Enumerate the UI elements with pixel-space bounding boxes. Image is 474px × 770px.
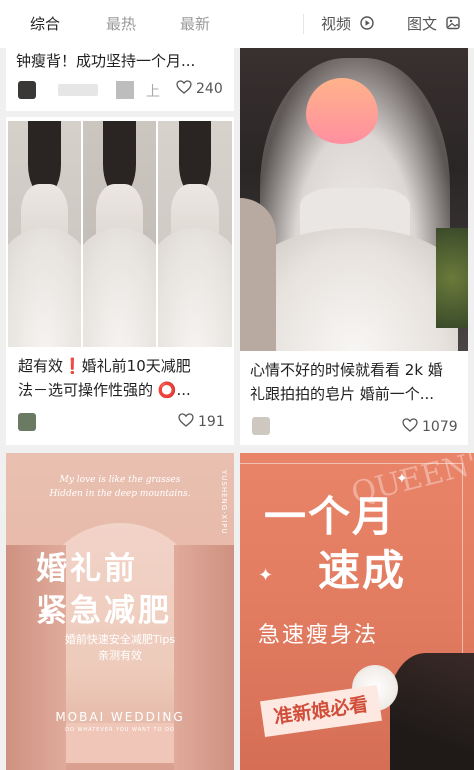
like-count[interactable]: 1079 [402,418,458,436]
sparkle-icon: ✦ [258,565,274,586]
like-count-value: 240 [196,81,223,97]
bride-photo [240,48,468,351]
tab-newest[interactable]: 最新 [180,0,210,48]
model-shoulder [390,653,474,770]
brand-tagline: DO WHATEVER YOU WANT TO DO [65,727,175,733]
dress-photo-1 [8,121,81,347]
filter-video[interactable]: 视频 [321,0,374,48]
vertical-brand: YUSHENG·XIPU [220,470,228,535]
subtitle: 急速瘦身法 [258,623,379,648]
like-count-value: 1079 [422,419,458,435]
image-icon [446,1,460,49]
headline-1: 婚礼前 [36,551,138,587]
filter-image-text-label: 图文 [407,15,438,33]
avatar [18,81,36,99]
card-meta: 上 [146,84,160,100]
like-count[interactable]: 240 [176,80,223,98]
filter-image-text[interactable]: 图文 [407,0,460,48]
filter-divider [303,14,304,34]
dress-photo-2 [83,121,156,347]
sparkle-icon: ✦ [396,471,408,487]
like-count-value: 191 [198,414,225,430]
poem-line-2: Hidden in the deep mountains. [49,489,191,499]
tab-hottest[interactable]: 最热 [106,0,136,48]
user-badge [116,81,134,99]
heart-icon [176,80,192,98]
filter-video-label: 视频 [321,15,352,33]
card-title-line2: 法－选可操作性强的 ⭕... [18,381,191,399]
like-count[interactable]: 191 [178,413,225,431]
play-circle-icon [360,1,374,49]
feed-card-3[interactable]: 心情不好的时候就看看 2k 婚 礼跟拍拍的皂片 婚前一个... 1079 [240,48,468,445]
card-title-line2: 礼跟拍拍的皂片 婚前一个... [250,385,435,403]
feed-card-1[interactable]: 钟瘦背！成功坚持一个月... 上 240 [6,48,234,111]
tab-comprehensive[interactable]: 综合 [30,0,60,48]
feed-card-5[interactable]: QUEEN'S 一个月 速成 ✦ ✦ 急速瘦身法 准新娘必看 [240,453,474,770]
avatar [18,413,36,431]
brand-name: MOBAI WEDDING [55,710,185,724]
card-title-line1: 心情不好的时候就看看 2k 婚 [250,361,443,379]
dress-photo-3 [158,121,232,347]
avatar [252,417,270,435]
poem-line-1: My love is like the grasses [59,475,181,485]
feed-card-2[interactable]: 超有效❗婚礼前10天减肥 法－选可操作性强的 ⭕... 191 [6,117,234,445]
tips-line-1: 婚前快速安全减肥Tips [64,633,176,646]
feed-card-4[interactable]: My love is like the grasses Hidden in th… [6,453,234,770]
card-title: 钟瘦背！成功坚持一个月... [16,52,196,70]
heart-sticker [306,78,378,144]
headline-1: 一个月 [264,492,397,541]
card-title-line1: 超有效❗婚礼前10天减肥 [18,357,191,375]
heart-icon [402,418,418,436]
headline-2: 速成 [318,546,407,595]
username-blur [58,84,98,96]
heart-icon [178,413,194,431]
headline-2: 紧急减肥 [36,593,172,629]
top-tab-bar: 综合 最热 最新 视频 图文 [0,0,474,48]
tips-line-2: 亲测有效 [98,649,142,662]
